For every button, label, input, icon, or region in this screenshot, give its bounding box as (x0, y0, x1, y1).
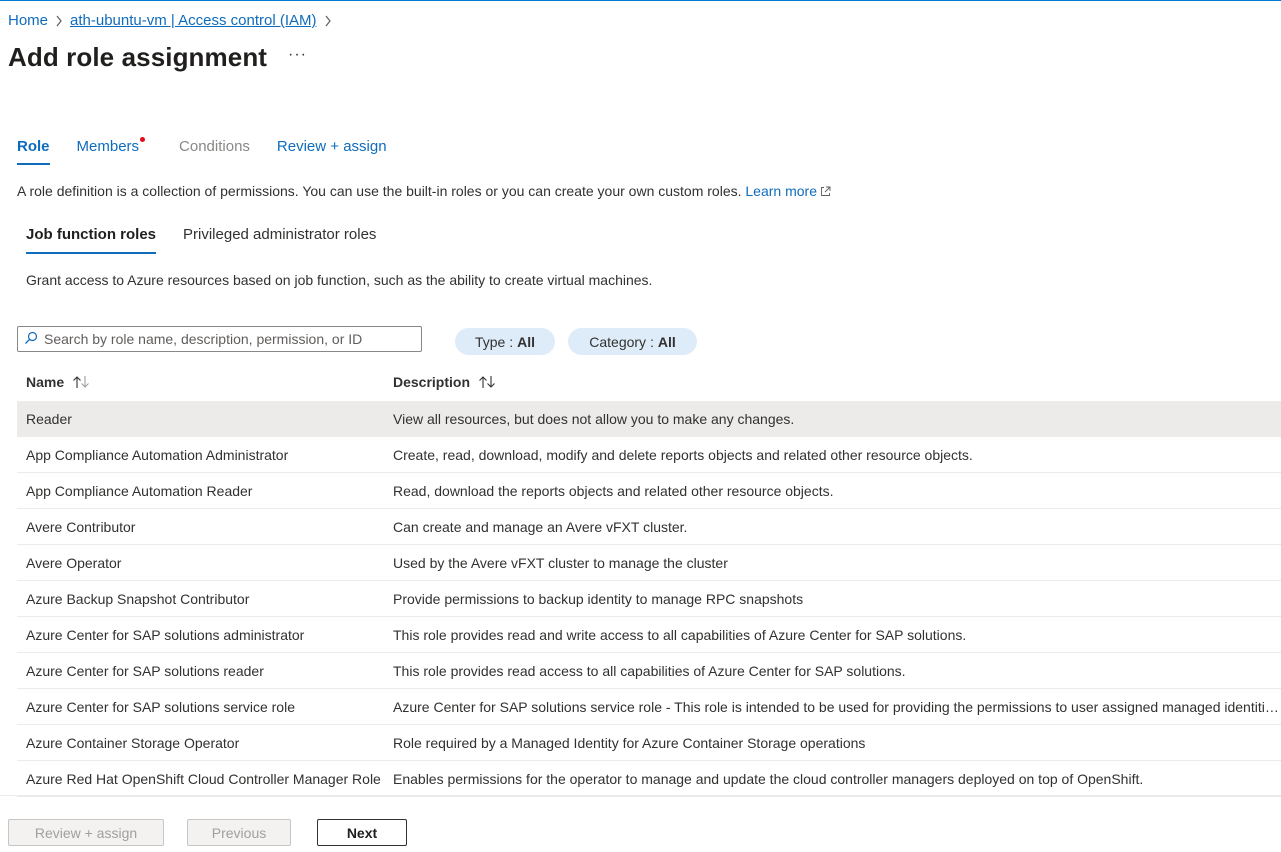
role-name: Azure Center for SAP solutions service r… (26, 699, 295, 715)
tab-members-label: Members (76, 138, 140, 155)
table-row[interactable]: Azure Red Hat OpenShift Cloud Controller… (17, 761, 1281, 797)
role-name: Azure Center for SAP solutions reader (26, 663, 264, 679)
role-description: This role provides read access to all ca… (393, 663, 906, 679)
table-row[interactable]: Avere Contributor Can create and manage a… (17, 509, 1281, 545)
role-description: View all resources, but does not allow y… (393, 411, 795, 427)
name-column-label: Name (26, 374, 65, 390)
sort-arrows-icon (72, 375, 90, 389)
roles-table-body: Reader View all resources, but does not a… (17, 401, 1281, 797)
name-column-header[interactable]: Name (26, 374, 90, 390)
tab-conditions-label: Conditions (179, 138, 250, 155)
more-options-button[interactable]: ··· (288, 46, 307, 64)
role-description: Azure Center for SAP solutions service r… (393, 699, 1279, 715)
role-name: Avere Contributor (26, 519, 136, 535)
role-name: Azure Red Hat OpenShift Cloud Controller… (26, 771, 381, 787)
footer-divider (0, 795, 1281, 796)
type-filter-pill[interactable]: Type : All (455, 328, 555, 355)
page-title: Add role assignment (8, 42, 268, 72)
next-button[interactable]: Next (317, 819, 407, 846)
required-indicator-icon (140, 137, 146, 142)
role-name: Azure Backup Snapshot Contributor (26, 591, 250, 607)
role-description: Provide permissions to backup identity t… (393, 591, 804, 607)
role-name: Avere Operator (26, 555, 122, 571)
type-filter-label: Type : (474, 333, 514, 350)
role-type-tabs: Job function roles Privileged administra… (26, 226, 403, 254)
tab-role[interactable]: Role (17, 138, 50, 165)
description-text: A role definition is a collection of per… (17, 183, 742, 199)
roles-table-header: Name Description (17, 364, 1281, 400)
category-filter-label: Category : (589, 333, 654, 350)
role-description: Read, download the reports objects and r… (393, 483, 834, 499)
table-row[interactable]: Avere Operator Used by the Avere vFXT clu… (17, 545, 1281, 581)
previous-button[interactable]: Previous (187, 819, 291, 846)
wizard-tabs: Role Members Conditions Review + assign (17, 137, 414, 165)
tab-review-assign-label: Review + assign (276, 138, 387, 155)
table-row[interactable]: App Compliance Automation Reader Read, do… (17, 473, 1281, 509)
review-assign-button[interactable]: Review + assign (8, 819, 164, 846)
role-search-box[interactable] (17, 326, 422, 352)
chevron-right-icon (48, 15, 70, 27)
role-name: Azure Container Storage Operator (26, 735, 240, 751)
role-name: Reader (26, 411, 72, 427)
learn-more-label: Learn more (745, 183, 817, 199)
table-row[interactable]: Azure Center for SAP solutions service r… (17, 689, 1281, 725)
sort-arrows-icon (478, 375, 496, 389)
role-name: App Compliance Automation Reader (26, 483, 253, 499)
external-link-icon (820, 184, 831, 200)
role-description: Enables permissions for the operator to … (393, 771, 1144, 787)
role-description: This role provides read and write access… (393, 627, 967, 643)
tab-review-assign[interactable]: Review + assign (277, 138, 387, 165)
category-filter-pill[interactable]: Category : All (568, 328, 697, 355)
tab-role-label: Role (17, 138, 50, 155)
search-icon (24, 331, 38, 348)
role-description: Create, read, download, modify and delet… (393, 447, 973, 463)
breadcrumb-iam-link[interactable]: ath-ubuntu-vm | Access control (IAM) (70, 12, 316, 29)
role-description: Can create and manage an Avere vFXT clus… (393, 519, 688, 535)
tab-members[interactable]: Members (76, 137, 146, 165)
breadcrumb: Home ath-ubuntu-vm | Access control (IAM… (8, 12, 339, 29)
role-description: Role required by a Managed Identity for … (393, 735, 866, 751)
role-name: Azure Center for SAP solutions administr… (26, 627, 305, 643)
table-row[interactable]: Azure Center for SAP solutions administr… (17, 617, 1281, 653)
tab-privileged-administrator-roles[interactable]: Privileged administrator roles (183, 226, 376, 254)
breadcrumb-home-link[interactable]: Home (8, 12, 48, 29)
role-name: App Compliance Automation Administrator (26, 447, 289, 463)
learn-more-link[interactable]: Learn more (745, 183, 831, 199)
tab-conditions[interactable]: Conditions (179, 138, 250, 165)
description-column-header[interactable]: Description (393, 374, 496, 390)
tab-job-function-roles[interactable]: Job function roles (26, 226, 157, 254)
top-accent-line (0, 0, 1281, 1)
table-row[interactable]: Azure Container Storage Operator Role req… (17, 725, 1281, 761)
search-input[interactable] (44, 331, 404, 347)
role-description: Used by the Avere vFXT cluster to manage… (393, 555, 728, 571)
type-filter-value: All (517, 333, 536, 350)
table-row[interactable]: Azure Backup Snapshot Contributor Provide… (17, 581, 1281, 617)
job-function-description: Grant access to Azure resources based on… (26, 272, 653, 288)
category-filter-value: All (657, 333, 676, 350)
table-row[interactable]: Azure Center for SAP solutions reader Thi… (17, 653, 1281, 689)
table-row[interactable]: Reader View all resources, but does not a… (17, 401, 1281, 437)
chevron-right-icon (317, 15, 339, 27)
role-definition-description: A role definition is a collection of per… (17, 183, 831, 200)
table-row[interactable]: App Compliance Automation Administrator C… (17, 437, 1281, 473)
description-column-label: Description (393, 374, 471, 390)
